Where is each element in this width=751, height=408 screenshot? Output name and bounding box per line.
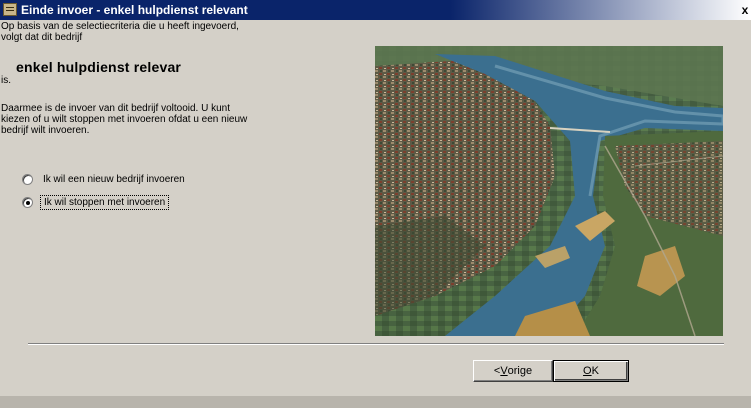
title-bar[interactable]: Einde invoer - enkel hulpdienst relevant… bbox=[0, 0, 751, 20]
company-status-suffix: is. bbox=[1, 75, 11, 86]
form-icon bbox=[3, 3, 17, 16]
intro-line-2: volgt dat dit bedrijf bbox=[1, 32, 83, 43]
intro-text: Op basis van de selectiecriteria die u h… bbox=[1, 21, 321, 43]
close-button[interactable]: x bbox=[739, 3, 751, 17]
completion-line-3: bedrijf wilt invoeren. bbox=[1, 125, 90, 136]
company-status: enkel hulpdienst relevar bbox=[16, 59, 182, 75]
option-new-company[interactable]: Ik wil een nieuw bedrijf invoeren bbox=[22, 171, 188, 187]
completion-line-1: Daarmee is de invoer van dit bedrijf vol… bbox=[1, 103, 231, 114]
previous-button[interactable]: < Vorige bbox=[473, 360, 553, 382]
completion-line-2: kiezen of u wilt stoppen met invoeren of… bbox=[1, 114, 248, 125]
ok-button[interactable]: OK bbox=[553, 360, 629, 382]
radio-new-company[interactable] bbox=[22, 173, 33, 185]
ok-button-accel: O bbox=[583, 365, 592, 377]
dialog-window: Einde invoer - enkel hulpdienst relevant… bbox=[0, 0, 751, 408]
ok-button-rest: K bbox=[591, 365, 599, 377]
radio-stop-input[interactable] bbox=[22, 196, 33, 208]
option-new-company-label[interactable]: Ik wil een nieuw bedrijf invoeren bbox=[40, 173, 188, 186]
intro-line-1: Op basis van de selectiecriteria die u h… bbox=[1, 21, 239, 32]
window-title: Einde invoer - enkel hulpdienst relevant bbox=[21, 3, 248, 17]
bottom-strip bbox=[0, 396, 751, 408]
option-stop-input-label[interactable]: Ik wil stoppen met invoeren bbox=[40, 194, 170, 210]
previous-button-accel: V bbox=[500, 365, 508, 377]
option-stop-input[interactable]: Ik wil stoppen met invoeren bbox=[22, 194, 170, 210]
previous-button-rest: orige bbox=[507, 365, 533, 377]
button-separator bbox=[28, 343, 724, 345]
river-city-image bbox=[375, 46, 723, 336]
completion-text: Daarmee is de invoer van dit bedrijf vol… bbox=[1, 103, 301, 136]
aerial-river-photo bbox=[375, 46, 723, 336]
